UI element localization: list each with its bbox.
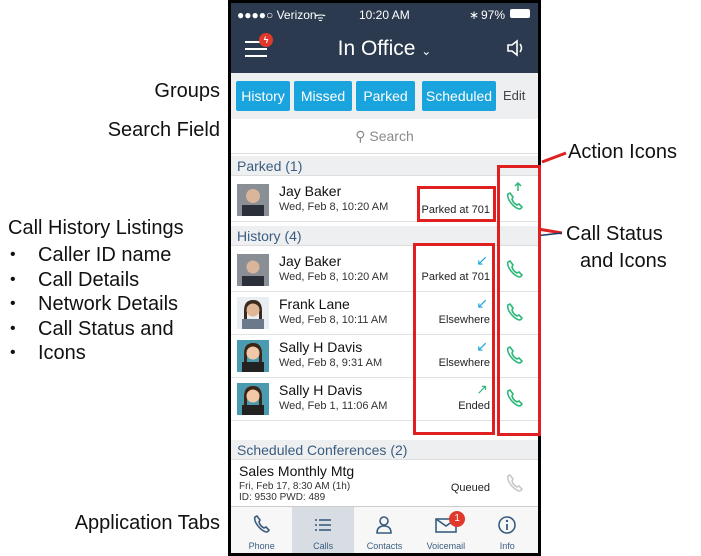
location-title: In Office xyxy=(337,37,416,60)
tab-phone[interactable]: Phone xyxy=(231,507,292,553)
call-back-icon[interactable] xyxy=(504,345,526,367)
chevron-down-icon: ⌄ xyxy=(421,44,432,58)
location-selector[interactable]: In Office ⌄ xyxy=(231,37,538,61)
search-input[interactable]: ⚲ Search xyxy=(239,124,530,148)
battery-icon xyxy=(510,9,530,18)
call-back-icon[interactable] xyxy=(504,302,526,324)
groups-bar: History Missed Parked Scheduled Edit xyxy=(231,73,538,119)
action-icons-pointer xyxy=(541,151,567,164)
info-icon xyxy=(498,516,517,534)
battery-text: 97% xyxy=(481,8,506,22)
call-back-icon[interactable] xyxy=(504,259,526,281)
search-icon: ⚲ xyxy=(355,128,366,144)
application-tab-bar: Phone Calls Contacts 1 Voicemail Info xyxy=(231,506,538,553)
call-details: Wed, Feb 1, 11:06 AM xyxy=(279,400,388,412)
call-direction-icon: ↗ xyxy=(476,381,488,397)
parked-row[interactable]: Jay Baker Wed, Feb 8, 10:20 AM Parked at… xyxy=(231,179,538,222)
group-scheduled[interactable]: Scheduled xyxy=(422,81,496,111)
section-history: History (4) xyxy=(231,226,538,246)
wifi-icon: ᯤ xyxy=(315,10,326,24)
bluetooth-icon: ∗ xyxy=(469,8,480,22)
caller-name: Jay Baker xyxy=(279,253,342,269)
conference-name: Sales Monthly Mtg xyxy=(239,463,355,479)
call-direction-icon: ↙ xyxy=(476,252,488,268)
caller-name: Sally H Davis xyxy=(279,382,363,398)
call-details: Wed, Feb 8, 10:20 AM xyxy=(279,271,389,283)
avatar xyxy=(237,184,269,216)
call-direction-icon: ↙ xyxy=(476,295,488,311)
avatar xyxy=(237,340,269,372)
tab-phone-label: Phone xyxy=(248,541,275,551)
voicemail-badge: 1 xyxy=(449,511,466,527)
caller-name: Jay Baker xyxy=(279,183,342,199)
nav-bar: ϟ In Office ⌄ xyxy=(231,25,538,73)
call-back-icon[interactable] xyxy=(504,388,526,410)
tab-voicemail[interactable]: 1 Voicemail xyxy=(415,507,476,553)
call-details: Wed, Feb 8, 10:11 AM xyxy=(279,314,388,326)
conference-time: Fri, Feb 17, 8:30 AM (1h) xyxy=(239,481,351,492)
status-bar: ●●●●○ Verizon ᯤ 10:20 AM ∗ 97% xyxy=(231,3,538,25)
tab-info[interactable]: Info xyxy=(477,507,538,553)
tab-contacts-label: Contacts xyxy=(366,541,403,551)
clock-text: 10:20 AM xyxy=(359,8,410,22)
tab-voicemail-label: Voicemail xyxy=(426,541,466,551)
conference-credentials: ID: 9530 PWD: 489 xyxy=(239,492,326,503)
group-edit-button[interactable]: Edit xyxy=(503,88,525,103)
conference-row[interactable]: Sales Monthly Mtg Fri, Feb 17, 8:30 AM (… xyxy=(231,461,538,509)
tab-info-label: Info xyxy=(499,541,515,551)
unpark-call-icon[interactable] xyxy=(504,181,526,211)
group-parked[interactable]: Parked xyxy=(356,81,415,111)
history-row[interactable]: Sally H Davis Wed, Feb 1, 11:06 AM ↗ End… xyxy=(231,378,538,421)
tab-calls-label: Calls xyxy=(313,541,334,551)
history-row[interactable]: Frank Lane Wed, Feb 8, 10:11 AM ↙ Elsewh… xyxy=(231,292,538,335)
section-scheduled: Scheduled Conferences (2) xyxy=(231,440,538,460)
call-status: Elsewhere xyxy=(438,357,490,369)
list-icon xyxy=(315,519,332,531)
call-status: Parked at 701 xyxy=(421,271,491,283)
group-history[interactable]: History xyxy=(236,81,290,111)
tab-contacts[interactable]: Contacts xyxy=(354,507,415,553)
section-parked: Parked (1) xyxy=(231,156,538,176)
tab-calls[interactable]: Calls xyxy=(292,507,354,553)
caller-name: Frank Lane xyxy=(279,296,350,312)
call-direction-icon: ↙ xyxy=(476,338,488,354)
call-status: Elsewhere xyxy=(438,314,490,326)
phone-screen: ●●●●○ Verizon ᯤ 10:20 AM ∗ 97% ϟ In Offi… xyxy=(228,0,541,556)
avatar xyxy=(237,297,269,329)
call-status: Parked at 701 xyxy=(421,204,491,216)
search-placeholder: Search xyxy=(369,128,414,144)
carrier-text: ●●●●○ Verizon xyxy=(237,8,317,22)
group-missed[interactable]: Missed xyxy=(294,81,352,111)
caller-name: Sally H Davis xyxy=(279,339,363,355)
call-details: Wed, Feb 8, 10:20 AM xyxy=(279,201,389,213)
speaker-icon[interactable] xyxy=(506,39,526,62)
conference-call-icon[interactable] xyxy=(504,473,526,495)
avatar xyxy=(237,383,269,415)
call-status: Ended xyxy=(458,400,490,412)
history-row[interactable]: Jay Baker Wed, Feb 8, 10:20 AM ↙ Parked … xyxy=(231,249,538,292)
avatar xyxy=(237,254,269,286)
search-field[interactable]: ⚲ Search xyxy=(231,119,538,154)
contacts-icon xyxy=(376,516,393,534)
phone-icon xyxy=(253,514,270,533)
conference-status: Queued xyxy=(450,482,490,494)
history-row[interactable]: Sally H Davis Wed, Feb 8, 9:31 AM ↙ Else… xyxy=(231,335,538,378)
call-details: Wed, Feb 8, 9:31 AM xyxy=(279,357,383,369)
